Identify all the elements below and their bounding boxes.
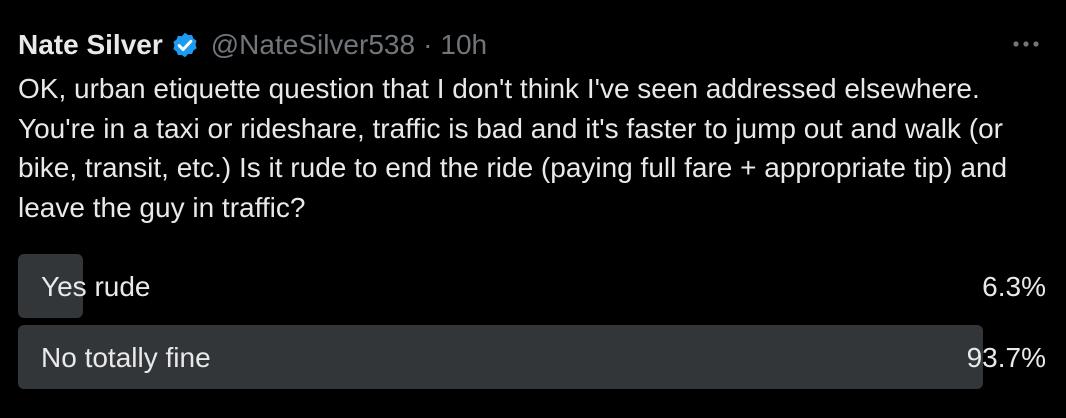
poll-option-no-totally-fine[interactable]: No totally fine 93.7%: [18, 325, 1048, 389]
poll-option-percent: 93.7%: [966, 342, 1046, 373]
more-options-icon[interactable]: [1010, 32, 1042, 56]
separator-dot: ·: [423, 29, 433, 60]
poll-option-label: Yes rude: [41, 271, 151, 302]
author-handle[interactable]: @NateSilver538: [211, 29, 415, 61]
tweet-header: Nate Silver @NateSilver538 · 10h: [18, 24, 1048, 66]
poll-option-percent: 6.3%: [982, 271, 1046, 302]
poll-option-yes-rude[interactable]: Yes rude 6.3%: [18, 254, 1048, 318]
poll-option-label: No totally fine: [41, 342, 211, 373]
tweet-text: OK, urban etiquette question that I don'…: [18, 73, 1008, 223]
tweet-timestamp[interactable]: 10h: [440, 29, 487, 61]
tweet: Nate Silver @NateSilver538 · 10h OK, urb…: [18, 24, 1048, 227]
verified-badge-icon[interactable]: [169, 29, 201, 61]
poll: Yes rude 6.3% No totally fine 93.7%: [18, 254, 1048, 396]
author-name[interactable]: Nate Silver: [18, 29, 163, 61]
